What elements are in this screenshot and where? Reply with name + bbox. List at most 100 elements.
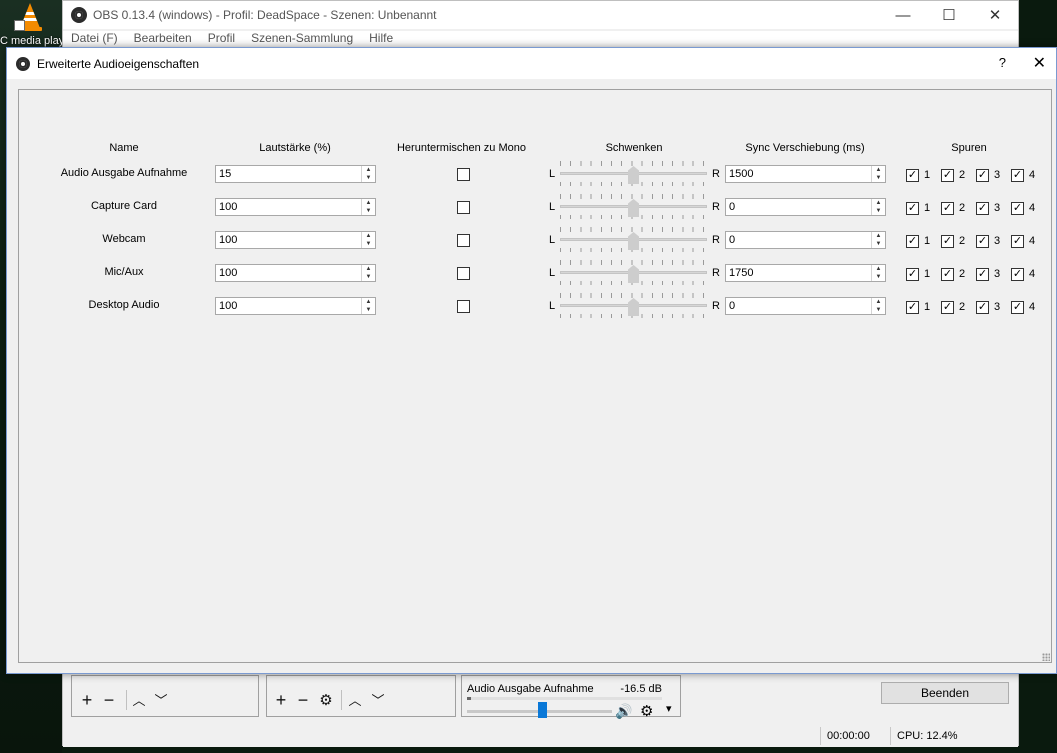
spin-arrows[interactable]: ▲ ▼ xyxy=(871,232,885,248)
track-checkbox[interactable]: ✓ xyxy=(906,201,919,215)
track-3-toggle[interactable]: ✓ 3 xyxy=(976,267,1000,281)
mixer-volume-slider-thumb[interactable] xyxy=(537,702,547,718)
dialog-titlebar[interactable]: Erweiterte Audioeigenschaften ? ✕ xyxy=(7,48,1056,79)
chevron-down-icon[interactable]: ▾ xyxy=(666,702,672,715)
track-2-toggle[interactable]: ✓ 2 xyxy=(941,168,965,182)
maximize-button[interactable]: ☐ xyxy=(926,1,972,29)
remove-source-button[interactable]: − xyxy=(292,690,314,710)
stop-button[interactable]: Beenden xyxy=(881,682,1009,704)
mono-checkbox[interactable] xyxy=(457,234,470,247)
track-checkbox[interactable]: ✓ xyxy=(1011,300,1024,314)
spin-up-arrow-icon[interactable]: ▲ xyxy=(362,298,375,306)
balance-slider[interactable] xyxy=(560,194,707,220)
track-3-toggle[interactable]: ✓ 3 xyxy=(976,300,1000,314)
track-4-toggle[interactable]: ✓ 4 xyxy=(1011,201,1035,215)
spin-down-arrow-icon[interactable]: ▼ xyxy=(872,174,885,182)
sync-offset-spinbox[interactable]: 0 ▲ ▼ xyxy=(725,297,886,315)
spin-down-arrow-icon[interactable]: ▼ xyxy=(872,273,885,281)
spin-down-arrow-icon[interactable]: ▼ xyxy=(872,240,885,248)
vlc-shortcut-label[interactable]: C media play xyxy=(0,35,62,47)
track-checkbox[interactable]: ✓ xyxy=(941,201,954,215)
spin-arrows[interactable]: ▲ ▼ xyxy=(871,199,885,215)
track-checkbox[interactable]: ✓ xyxy=(976,267,989,281)
track-checkbox[interactable]: ✓ xyxy=(906,300,919,314)
spin-up-arrow-icon[interactable]: ▲ xyxy=(872,232,885,240)
balance-slider-thumb[interactable] xyxy=(628,166,639,184)
track-3-toggle[interactable]: ✓ 3 xyxy=(976,234,1000,248)
spin-arrows[interactable]: ▲ ▼ xyxy=(361,265,375,281)
mono-checkbox[interactable] xyxy=(457,267,470,280)
balance-slider[interactable] xyxy=(560,227,707,253)
spin-arrows[interactable]: ▲ ▼ xyxy=(871,166,885,182)
track-checkbox[interactable]: ✓ xyxy=(976,234,989,248)
spin-down-arrow-icon[interactable]: ▼ xyxy=(362,240,375,248)
spin-arrows[interactable]: ▲ ▼ xyxy=(871,298,885,314)
help-button[interactable]: ? xyxy=(999,55,1006,70)
volume-spinbox[interactable]: 15 ▲ ▼ xyxy=(215,165,376,183)
spin-arrows[interactable]: ▲ ▼ xyxy=(361,199,375,215)
mono-checkbox[interactable] xyxy=(457,300,470,313)
track-4-toggle[interactable]: ✓ 4 xyxy=(1011,267,1035,281)
track-3-toggle[interactable]: ✓ 3 xyxy=(976,168,1000,182)
obs-titlebar[interactable]: OBS 0.13.4 (windows) - Profil: DeadSpace… xyxy=(63,1,1018,29)
speaker-icon[interactable]: 🔊 xyxy=(615,703,632,720)
track-2-toggle[interactable]: ✓ 2 xyxy=(941,201,965,215)
spin-down-arrow-icon[interactable]: ▼ xyxy=(362,306,375,314)
track-3-toggle[interactable]: ✓ 3 xyxy=(976,201,1000,215)
sync-offset-spinbox[interactable]: 0 ▲ ▼ xyxy=(725,231,886,249)
track-4-toggle[interactable]: ✓ 4 xyxy=(1011,168,1035,182)
spin-arrows[interactable]: ▲ ▼ xyxy=(871,265,885,281)
volume-spinbox[interactable]: 100 ▲ ▼ xyxy=(215,198,376,216)
track-checkbox[interactable]: ✓ xyxy=(906,168,919,182)
add-scene-button[interactable]: + xyxy=(76,690,98,710)
resize-grip[interactable] xyxy=(1042,653,1050,661)
balance-slider-thumb[interactable] xyxy=(628,199,639,217)
balance-slider[interactable] xyxy=(560,260,707,286)
source-properties-gear-icon[interactable]: ⚙ xyxy=(315,690,337,710)
spin-up-arrow-icon[interactable]: ▲ xyxy=(872,298,885,306)
spin-arrows[interactable]: ▲ ▼ xyxy=(361,232,375,248)
balance-slider-thumb[interactable] xyxy=(628,265,639,283)
spin-up-arrow-icon[interactable]: ▲ xyxy=(362,265,375,273)
mono-checkbox[interactable] xyxy=(457,201,470,214)
track-checkbox[interactable]: ✓ xyxy=(1011,234,1024,248)
sync-offset-spinbox[interactable]: 0 ▲ ▼ xyxy=(725,198,886,216)
track-1-toggle[interactable]: ✓ 1 xyxy=(906,234,930,248)
track-checkbox[interactable]: ✓ xyxy=(941,168,954,182)
spin-down-arrow-icon[interactable]: ▼ xyxy=(362,174,375,182)
track-checkbox[interactable]: ✓ xyxy=(976,300,989,314)
spin-down-arrow-icon[interactable]: ▼ xyxy=(362,273,375,281)
volume-spinbox[interactable]: 100 ▲ ▼ xyxy=(215,264,376,282)
spin-up-arrow-icon[interactable]: ▲ xyxy=(872,265,885,273)
track-checkbox[interactable]: ✓ xyxy=(1011,267,1024,281)
balance-slider-thumb[interactable] xyxy=(628,298,639,316)
track-1-toggle[interactable]: ✓ 1 xyxy=(906,267,930,281)
track-checkbox[interactable]: ✓ xyxy=(976,168,989,182)
volume-spinbox[interactable]: 100 ▲ ▼ xyxy=(215,231,376,249)
close-dialog-button[interactable]: ✕ xyxy=(1033,53,1046,73)
spin-down-arrow-icon[interactable]: ▼ xyxy=(362,207,375,215)
spin-up-arrow-icon[interactable]: ▲ xyxy=(362,199,375,207)
track-1-toggle[interactable]: ✓ 1 xyxy=(906,201,930,215)
track-checkbox[interactable]: ✓ xyxy=(906,234,919,248)
balance-slider-thumb[interactable] xyxy=(628,232,639,250)
track-2-toggle[interactable]: ✓ 2 xyxy=(941,234,965,248)
close-window-button[interactable]: ✕ xyxy=(972,1,1018,29)
track-checkbox[interactable]: ✓ xyxy=(941,234,954,248)
track-checkbox[interactable]: ✓ xyxy=(1011,168,1024,182)
balance-slider[interactable] xyxy=(560,293,707,319)
sync-offset-spinbox[interactable]: 1750 ▲ ▼ xyxy=(725,264,886,282)
volume-spinbox[interactable]: 100 ▲ ▼ xyxy=(215,297,376,315)
move-scene-down-button[interactable]: ﹀ xyxy=(150,690,172,710)
track-checkbox[interactable]: ✓ xyxy=(941,267,954,281)
track-checkbox[interactable]: ✓ xyxy=(906,267,919,281)
track-1-toggle[interactable]: ✓ 1 xyxy=(906,168,930,182)
spin-down-arrow-icon[interactable]: ▼ xyxy=(872,207,885,215)
track-2-toggle[interactable]: ✓ 2 xyxy=(941,267,965,281)
track-checkbox[interactable]: ✓ xyxy=(976,201,989,215)
move-scene-up-button[interactable]: ︿ xyxy=(128,690,150,710)
track-checkbox[interactable]: ✓ xyxy=(941,300,954,314)
move-source-up-button[interactable]: ︿ xyxy=(344,690,366,710)
mono-checkbox[interactable] xyxy=(457,168,470,181)
spin-arrows[interactable]: ▲ ▼ xyxy=(361,166,375,182)
